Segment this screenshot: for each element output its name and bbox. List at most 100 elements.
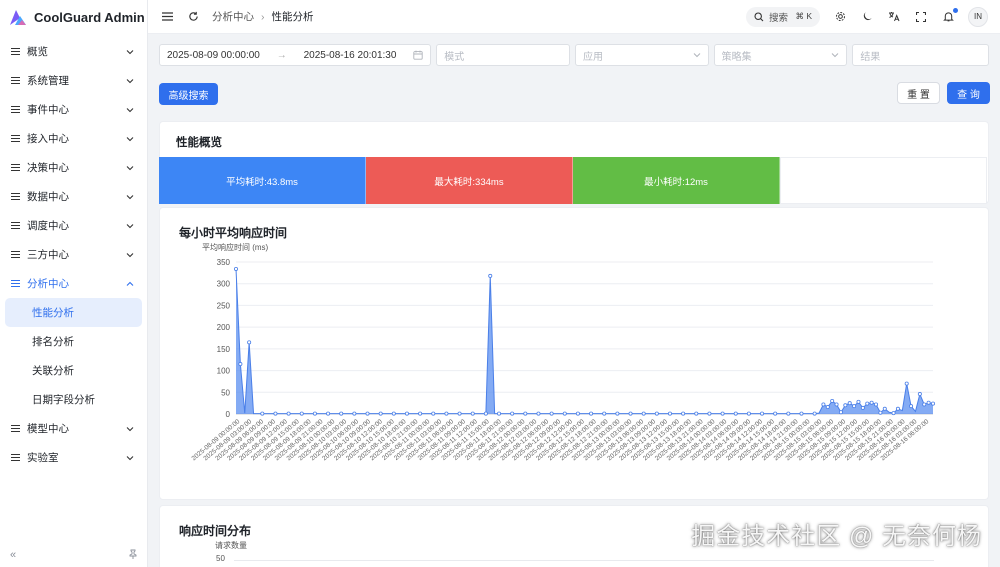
chevron-down-icon <box>126 136 134 141</box>
notification-bell-icon[interactable] <box>941 7 958 24</box>
data-point <box>497 411 502 416</box>
sidebar-item-analysis[interactable]: 分析中心 <box>0 269 147 298</box>
data-point <box>326 411 331 416</box>
breadcrumb: 分析中心 › 性能分析 <box>212 9 314 24</box>
sidebar-item-label: 三方中心 <box>27 249 69 261</box>
sidebar-item-label: 接入中心 <box>27 133 69 145</box>
sidebar-item-label: 数据中心 <box>27 191 69 203</box>
sidebar-item-label: 系统管理 <box>27 75 69 87</box>
sidebar-item-system[interactable]: 系统管理 <box>0 66 147 95</box>
sidebar-item-lab[interactable]: 实验室 <box>0 443 147 472</box>
result-input[interactable]: 结果 <box>852 44 989 66</box>
mode-input[interactable]: 模式 <box>436 44 570 66</box>
language-icon[interactable] <box>887 10 901 24</box>
y-tick-label: 350 <box>217 258 231 267</box>
reset-button[interactable]: 重 置 <box>897 82 940 104</box>
chevron-down-icon <box>126 107 134 112</box>
chevron-down-icon <box>126 455 134 460</box>
search-icon <box>754 11 764 21</box>
hourly-response-chart: 平均响应时间 (ms)0501001502002503003502025-08-… <box>191 242 936 462</box>
sidebar-item-label: 实验室 <box>27 452 59 464</box>
collapse-sidebar-icon[interactable]: « <box>10 549 16 561</box>
result-placeholder: 结果 <box>860 51 881 63</box>
menu-list-icon <box>11 192 21 201</box>
refresh-icon[interactable] <box>186 10 200 24</box>
menu-list-icon <box>11 250 21 259</box>
query-button[interactable]: 查 询 <box>947 82 990 104</box>
data-point <box>878 410 883 415</box>
top-header: 分析中心 › 性能分析 搜索 ⌘ K IN <box>148 0 1000 34</box>
stat-tile <box>780 157 987 204</box>
sidebar-item-label: 概览 <box>27 46 48 58</box>
data-point <box>931 401 936 406</box>
data-point <box>909 404 914 409</box>
sidebar-item-overview[interactable]: 概览 <box>0 37 147 66</box>
brand-name: CoolGuard Admin <box>34 9 145 25</box>
settings-icon[interactable] <box>833 10 847 24</box>
date-range-end[interactable]: 2025-08-16 20:01:30 <box>304 50 397 61</box>
sidebar-item-data[interactable]: 数据中心 <box>0 182 147 211</box>
sidebar-item-model[interactable]: 模型中心 <box>0 414 147 443</box>
data-point <box>273 411 278 416</box>
y-tick-label: 300 <box>217 280 231 289</box>
sidebar-item-access[interactable]: 接入中心 <box>0 124 147 153</box>
date-range-picker[interactable]: 2025-08-09 00:00:00 → 2025-08-16 20:01:3… <box>159 44 432 66</box>
chevron-down-icon <box>126 426 134 431</box>
data-point <box>733 411 738 416</box>
dark-mode-icon[interactable] <box>860 10 874 24</box>
data-point <box>922 402 927 407</box>
sidebar-item-event[interactable]: 事件中心 <box>0 95 147 124</box>
advanced-search-button[interactable]: 高级搜索 <box>159 83 218 105</box>
sidebar-item-decision[interactable]: 决策中心 <box>0 153 147 182</box>
sidebar-menu: 概览系统管理事件中心接入中心决策中心数据中心调度中心三方中心分析中心 性能分析 排名… <box>0 37 147 472</box>
calendar-icon <box>413 50 423 60</box>
data-point <box>562 411 567 416</box>
data-point <box>847 401 852 406</box>
y-tick-label: 100 <box>217 367 231 376</box>
pin-icon[interactable] <box>128 549 138 559</box>
menu-list-icon <box>11 105 21 114</box>
data-point <box>483 411 488 416</box>
data-point <box>444 411 449 416</box>
data-point <box>707 411 712 416</box>
data-point <box>488 273 493 278</box>
stats-row: 平均耗时:43.8ms 最大耗时:334ms 最小耗时:12ms <box>159 157 989 204</box>
menu-list-icon <box>11 279 21 288</box>
date-range-start[interactable]: 2025-08-09 00:00:00 <box>167 50 260 61</box>
sidebar-subitem-perf[interactable]: 性能分析 <box>5 298 142 327</box>
y-tick-label: 200 <box>217 323 231 332</box>
watermark: 掘金技术社区 @ 无奈何杨 <box>691 523 982 550</box>
data-point <box>654 411 659 416</box>
global-search-button[interactable]: 搜索 ⌘ K <box>746 6 820 27</box>
chevron-down-icon <box>126 78 134 83</box>
data-point <box>681 411 686 416</box>
user-avatar[interactable]: IN <box>968 6 988 27</box>
menu-toggle-icon[interactable] <box>160 10 174 24</box>
data-point <box>694 411 699 416</box>
policy-set-select[interactable]: 策略集 <box>713 44 848 66</box>
fullscreen-icon[interactable] <box>914 10 928 24</box>
data-point <box>615 411 620 416</box>
sidebar-subitem-datefield[interactable]: 日期字段分析 <box>5 385 142 414</box>
hourly-response-chart-card: 每小时平均响应时间 平均响应时间 (ms) 0 50 100 150 200 250 300 3… <box>159 207 989 500</box>
data-point <box>602 411 607 416</box>
chevron-up-icon <box>126 281 134 286</box>
breadcrumb-item[interactable]: 分析中心 <box>212 9 254 24</box>
data-point <box>299 411 304 416</box>
app-select[interactable]: 应用 <box>574 44 709 66</box>
sidebar-item-schedule[interactable]: 调度中心 <box>0 211 147 240</box>
y-tick-label: 50 <box>221 388 230 397</box>
data-point <box>589 411 594 416</box>
brand-logo-icon <box>10 10 26 25</box>
sidebar-subitem-rank[interactable]: 排名分析 <box>5 327 142 356</box>
header-actions: 搜索 ⌘ K IN <box>746 6 988 27</box>
data-point <box>286 411 291 416</box>
notification-badge <box>953 7 958 13</box>
sidebar-subitem-corr[interactable]: 关联分析 <box>5 356 142 385</box>
sidebar-item-thirdparty[interactable]: 三方中心 <box>0 240 147 269</box>
menu-list-icon <box>11 47 21 56</box>
brand[interactable]: CoolGuard Admin <box>0 0 147 34</box>
data-point <box>667 411 672 416</box>
data-point <box>470 411 475 416</box>
distribution-ytick: 50 <box>216 554 225 563</box>
